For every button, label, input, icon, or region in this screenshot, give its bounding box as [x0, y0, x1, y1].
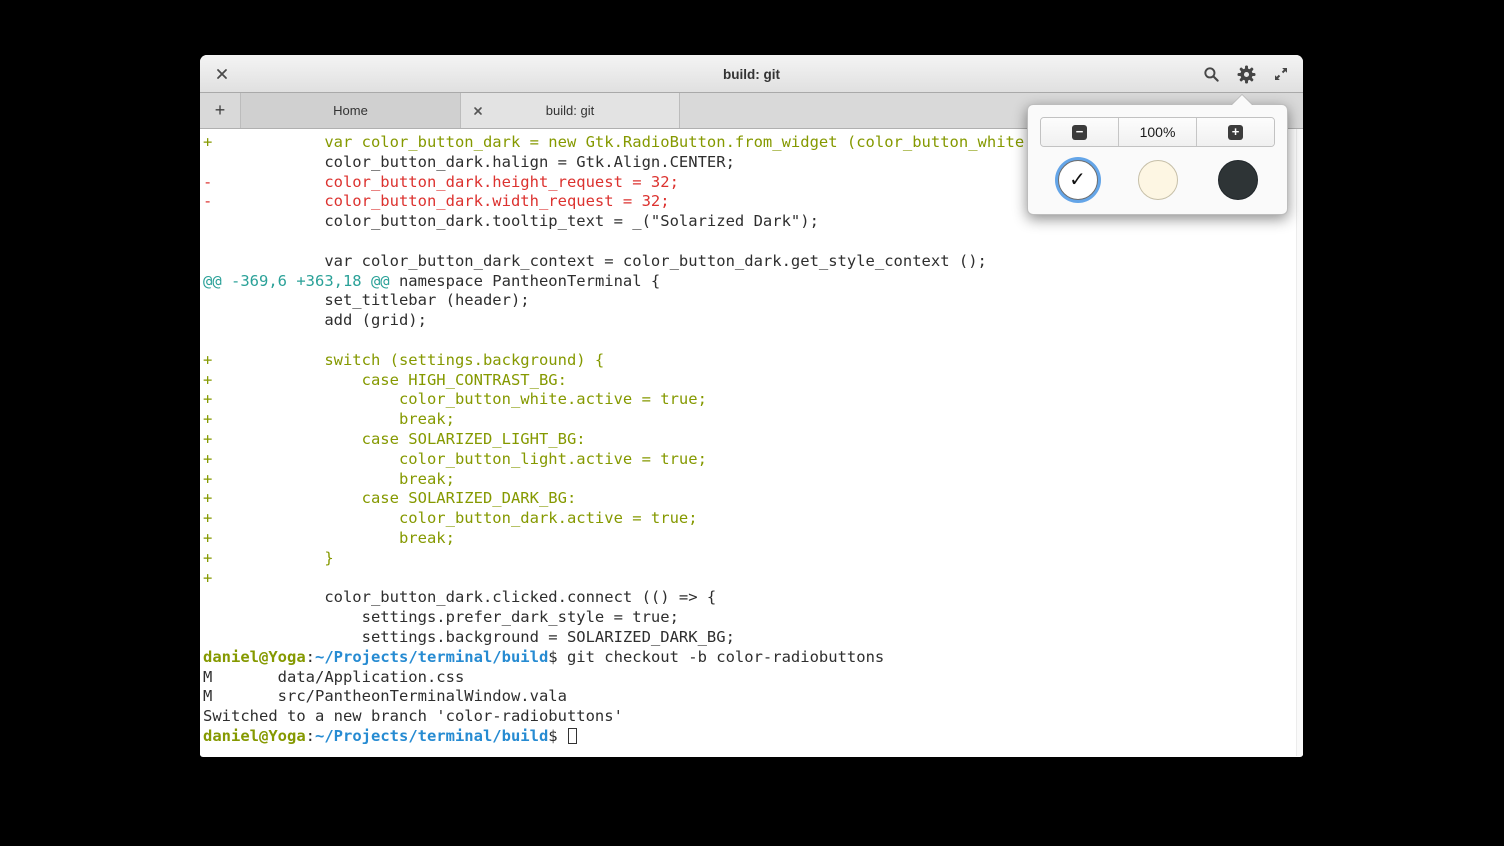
- tab-close-button[interactable]: [470, 103, 486, 119]
- terminal-line: +: [203, 569, 1303, 589]
- terminal-line: color_button_dark.clicked.connect (() =>…: [203, 588, 1303, 608]
- terminal-line: Switched to a new branch 'color-radiobut…: [203, 707, 1303, 727]
- check-icon: ✓: [1069, 170, 1086, 190]
- terminal-line: set_titlebar (header);: [203, 291, 1303, 311]
- zoom-in-button[interactable]: +: [1196, 118, 1274, 146]
- expand-icon: [1273, 66, 1289, 82]
- plus-icon: +: [1228, 125, 1243, 140]
- window-title: build: git: [200, 55, 1303, 93]
- tab-build-git[interactable]: build: git: [460, 93, 680, 128]
- terminal-line: color_button_dark.tooltip_text = _("Sola…: [203, 212, 1303, 232]
- terminal-line: + case SOLARIZED_LIGHT_BG:: [203, 430, 1303, 450]
- tab-label: Home: [333, 103, 368, 118]
- title-bar[interactable]: build: git: [200, 55, 1303, 93]
- terminal-line: var color_button_dark_context = color_bu…: [203, 252, 1303, 272]
- new-tab-button[interactable]: +: [200, 93, 240, 128]
- terminal-line: add (grid);: [203, 311, 1303, 331]
- minus-icon: −: [1072, 125, 1087, 140]
- terminal-line: + color_button_white.active = true;: [203, 390, 1303, 410]
- terminal-line: daniel@Yoga:~/Projects/terminal/build$ g…: [203, 648, 1303, 668]
- theme-high-contrast-radio[interactable]: ✓: [1058, 160, 1098, 200]
- terminal-line: M src/PantheonTerminalWindow.vala: [203, 687, 1303, 707]
- settings-popover: − 100% + ✓: [1027, 104, 1288, 215]
- settings-button[interactable]: [1234, 62, 1258, 86]
- terminal-line: + color_button_light.active = true;: [203, 450, 1303, 470]
- terminal-line: + break;: [203, 410, 1303, 430]
- terminal-line: M data/Application.css: [203, 668, 1303, 688]
- zoom-level-button[interactable]: 100%: [1118, 118, 1196, 146]
- terminal-screen[interactable]: + var color_button_dark = new Gtk.RadioB…: [200, 129, 1303, 756]
- terminal-line: settings.background = SOLARIZED_DARK_BG;: [203, 628, 1303, 648]
- terminal-line: + }: [203, 549, 1303, 569]
- terminal-line: daniel@Yoga:~/Projects/terminal/build$: [203, 727, 1303, 747]
- terminal-line: + switch (settings.background) {: [203, 351, 1303, 371]
- theme-selector: ✓: [1040, 160, 1275, 200]
- terminal-line: + break;: [203, 529, 1303, 549]
- terminal-line: + case HIGH_CONTRAST_BG:: [203, 371, 1303, 391]
- terminal-line: [203, 331, 1303, 351]
- tab-home[interactable]: Home: [240, 93, 460, 128]
- desktop-background: build: git: [0, 0, 1504, 846]
- search-icon: [1203, 66, 1220, 83]
- search-button[interactable]: [1199, 62, 1223, 86]
- terminal-line: @@ -369,6 +363,18 @@ namespace PantheonT…: [203, 272, 1303, 292]
- terminal-line: + color_button_dark.active = true;: [203, 509, 1303, 529]
- tab-label: build: git: [546, 103, 594, 118]
- terminal-line: settings.prefer_dark_style = true;: [203, 608, 1303, 628]
- terminal-scrollbar[interactable]: [1296, 129, 1303, 756]
- theme-solarized-dark-radio[interactable]: [1218, 160, 1258, 200]
- terminal-line: + case SOLARIZED_DARK_BG:: [203, 489, 1303, 509]
- terminal-line: + break;: [203, 470, 1303, 490]
- terminal-cursor: [568, 728, 577, 744]
- zoom-out-button[interactable]: −: [1041, 118, 1118, 146]
- gear-icon: [1237, 65, 1256, 84]
- zoom-control: − 100% +: [1040, 117, 1275, 147]
- terminal-line: [203, 232, 1303, 252]
- tab-close-icon: [473, 106, 483, 116]
- terminal-output: + var color_button_dark = new Gtk.RadioB…: [203, 133, 1303, 747]
- fullscreen-button[interactable]: [1269, 62, 1293, 86]
- theme-solarized-light-radio[interactable]: [1138, 160, 1178, 200]
